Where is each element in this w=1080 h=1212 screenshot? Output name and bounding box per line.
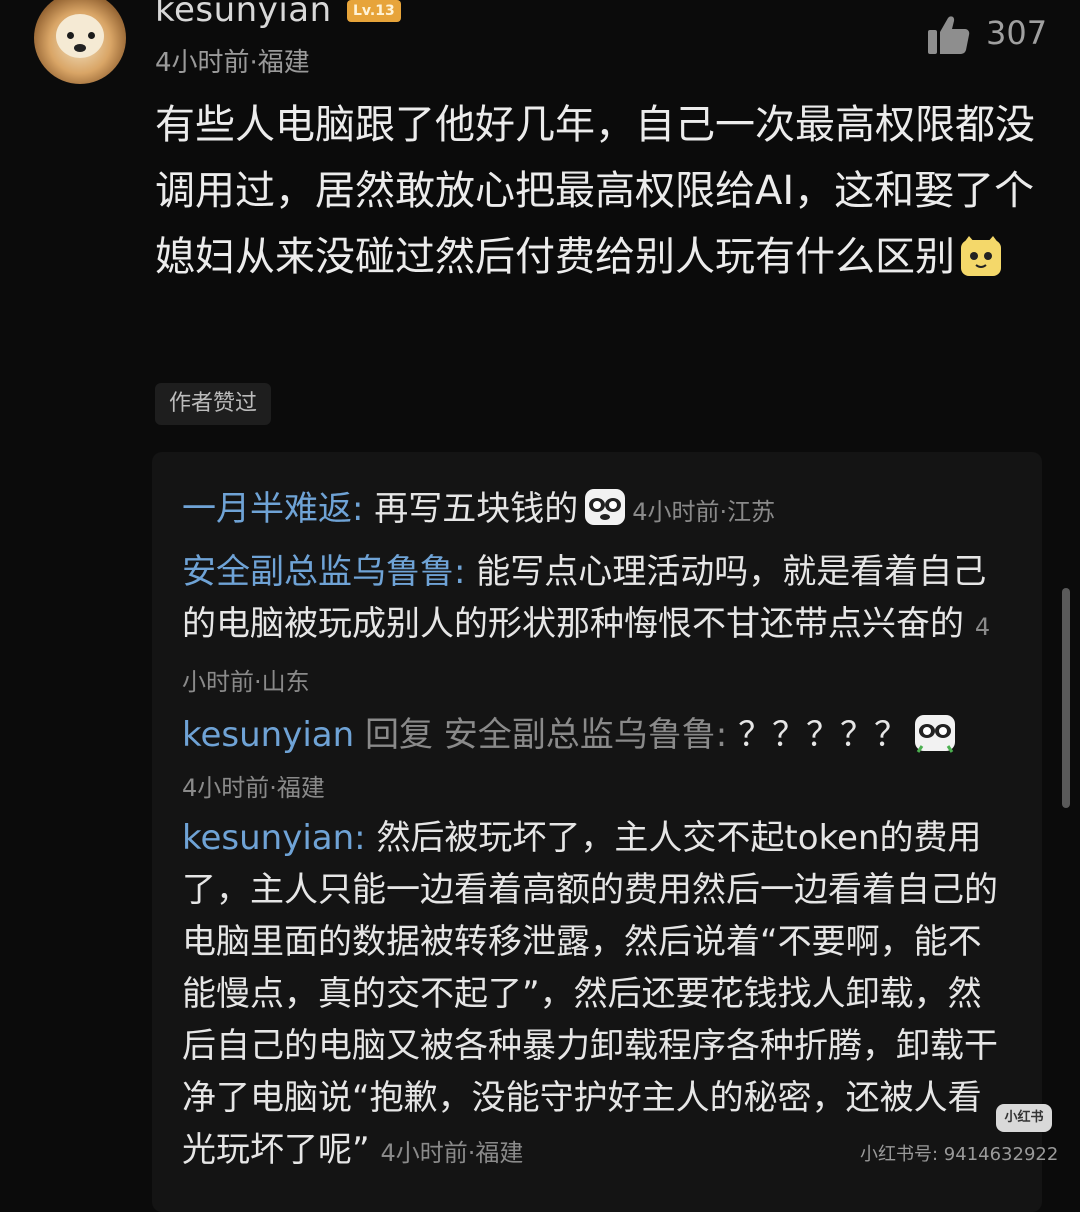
reply-sep: : [354, 818, 377, 858]
watermark-id: 小红书号: 9414632922 [860, 1144, 1059, 1165]
reply-time: 4小时前·江苏 [632, 498, 776, 526]
panda-emoji-icon [915, 715, 956, 753]
reply-nick[interactable]: 安全副总监乌鲁鲁 [182, 552, 454, 592]
cat-emoji-icon [961, 236, 1001, 276]
reply-text: ？？？？？ [738, 715, 909, 755]
comment-body: 有些人电脑跟了他好几年，自己一次最高权限都没调用过，居然敢放心把最高权限给AI，… [155, 92, 1035, 290]
reply-sep: : [454, 552, 477, 592]
reply-item[interactable]: kesunyian 回复 安全副总监乌鲁鲁: ？？？？？ 4小时前·福建 [182, 710, 1012, 813]
like-count: 307 [986, 14, 1048, 52]
thumbs-up-icon[interactable] [926, 14, 970, 56]
reply-item[interactable]: 安全副总监乌鲁鲁: 能写点心理活动吗，就是看着自己的电脑被玩成别人的形状那种悔恨… [182, 546, 1012, 708]
avatar-eye-left [67, 32, 74, 39]
reply-sep: : [715, 715, 739, 755]
watermark-logo: 小红书 [996, 1104, 1052, 1132]
reply-nick[interactable]: 一月半难返 [182, 489, 352, 529]
avatar-nose [74, 44, 86, 52]
reply-text: 然后被玩坏了，主人交不起token的费用了，主人只能一边看着高额的费用然后一边看… [182, 818, 998, 1170]
reply-sep: : [352, 489, 375, 529]
author-liked-badge: 作者赞过 [155, 383, 272, 425]
comment-meta: 4小时前·福建 [155, 48, 310, 78]
reply-item[interactable]: 一月半难返: 再写五块钱的 4小时前·江苏 [182, 483, 1012, 538]
reply-time: 4小时前·福建 [380, 1139, 524, 1167]
reply-time: 4小时前·福建 [182, 774, 325, 802]
level-badge: Lv.13 [347, 0, 401, 22]
reply-nick[interactable]: kesunyian [182, 715, 354, 755]
scrollbar[interactable] [1062, 588, 1070, 808]
avatar[interactable] [34, 0, 126, 84]
avatar-eye-right [88, 32, 95, 39]
reply-nick[interactable]: kesunyian [182, 818, 354, 858]
reply-word: 回复 [364, 715, 433, 755]
comment-text: 有些人电脑跟了他好几年，自己一次最高权限都没调用过，居然敢放心把最高权限给AI，… [155, 102, 1035, 280]
panda-emoji-icon [585, 489, 626, 525]
reply-text: 再写五块钱的 [374, 489, 579, 529]
reply-to-nick[interactable]: 安全副总监乌鲁鲁 [444, 715, 716, 755]
reply-item[interactable]: kesunyian: 然后被玩坏了，主人交不起token的费用了，主人只能一边看… [182, 812, 1012, 1179]
comment-username[interactable]: kesunyian [155, 0, 332, 30]
